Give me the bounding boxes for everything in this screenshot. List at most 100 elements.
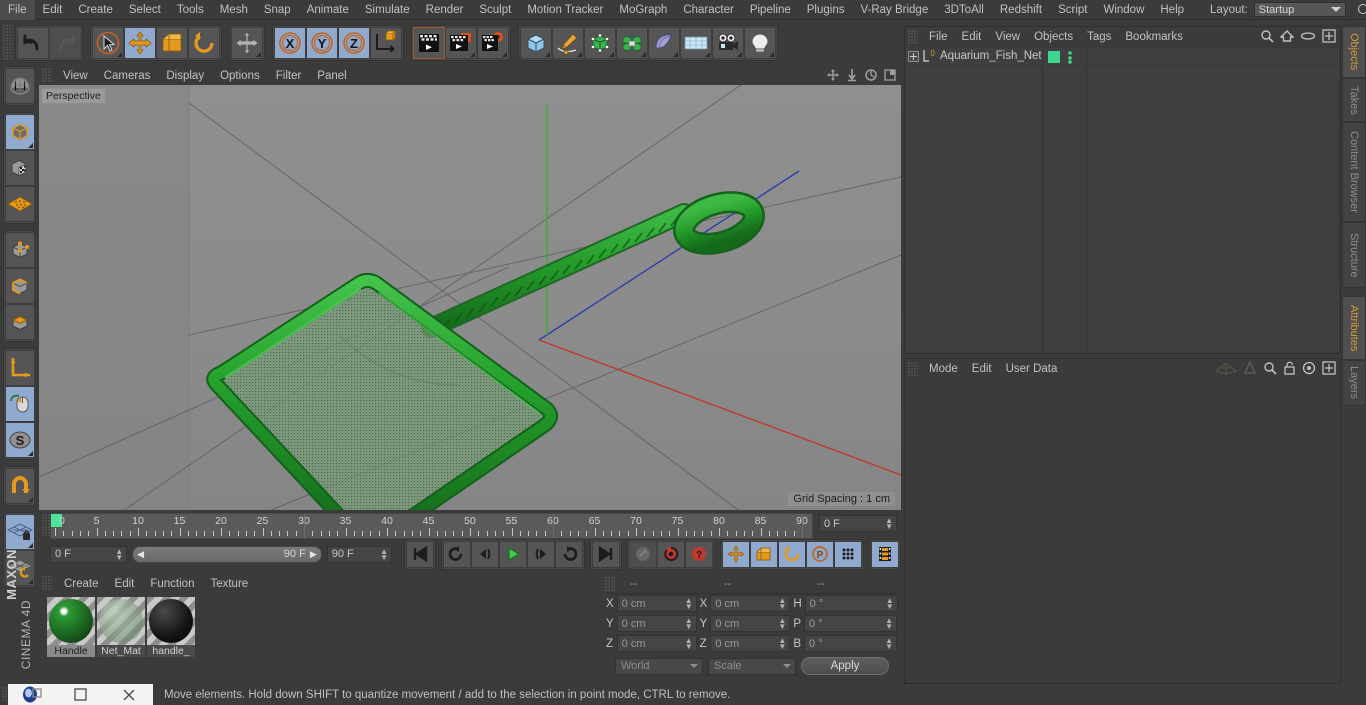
menu-item-help[interactable]: Help (1152, 0, 1192, 20)
target-icon[interactable] (1302, 361, 1316, 378)
add-spline-pen[interactable] (552, 27, 584, 59)
spinner-icon[interactable]: ▲ ▼ (885, 617, 893, 631)
tab-content-browser[interactable]: Content Browser (1342, 122, 1366, 222)
eye-icon[interactable] (1300, 30, 1316, 45)
object-menu-edit[interactable]: Edit (955, 31, 989, 43)
position-input[interactable]: 0 cm ▲ ▼ (616, 595, 697, 612)
position-input[interactable]: 0 cm ▲ ▼ (616, 615, 697, 632)
model-mode-button[interactable] (5, 114, 35, 150)
menu-item-3dtoall[interactable]: 3DToAll (936, 0, 992, 20)
plus-box-icon[interactable] (1322, 29, 1336, 46)
spinner-icon[interactable]: ▲ ▼ (685, 597, 693, 611)
rotation-input[interactable]: 0 ° ▲ ▼ (804, 615, 898, 632)
object-tree[interactable]: 0 Aquarium_Fish_Net (906, 48, 1339, 352)
tab-layers[interactable]: Layers (1342, 360, 1366, 406)
object-menu-view[interactable]: View (988, 31, 1027, 43)
menu-item-create[interactable]: Create (70, 0, 121, 20)
material-item[interactable]: handle_ (147, 597, 195, 657)
menu-item-plugins[interactable]: Plugins (799, 0, 853, 20)
preview-range-slider[interactable]: ◀ 0 F 90 F ▶ (132, 545, 322, 563)
plus-box-icon[interactable] (1322, 361, 1336, 378)
menu-item-render[interactable]: Render (418, 0, 472, 20)
render-view-button[interactable] (413, 27, 445, 59)
enable-axis-button[interactable]: S (5, 422, 35, 458)
pan-view-icon[interactable] (845, 68, 859, 82)
viewport-menu-panel[interactable]: Panel (309, 70, 354, 82)
attribute-menu-user-data[interactable]: User Data (999, 363, 1065, 375)
play-forward-button[interactable] (499, 540, 527, 568)
object-manager-grip[interactable] (908, 29, 918, 45)
spinner-icon[interactable]: ▲ ▼ (778, 617, 786, 631)
menu-item-window[interactable]: Window (1095, 0, 1152, 20)
world-object-coordinates[interactable] (370, 27, 402, 59)
position-input[interactable]: 0 cm ▲ ▼ (616, 635, 697, 652)
render-region-button[interactable] (445, 27, 477, 59)
redo-button[interactable] (49, 27, 81, 59)
step-back-button[interactable] (471, 540, 499, 568)
expand-toggle-icon[interactable] (908, 50, 919, 62)
viewport-menu-options[interactable]: Options (212, 70, 268, 82)
menu-item-snap[interactable]: Snap (256, 0, 299, 20)
rotate-view-icon[interactable] (864, 68, 878, 82)
position-key-button[interactable] (722, 540, 750, 568)
menu-item-mograph[interactable]: MoGraph (611, 0, 675, 20)
free-move-tool[interactable] (231, 27, 263, 59)
pla-key-button[interactable] (834, 540, 862, 568)
scale-key-button[interactable] (750, 540, 778, 568)
add-primitive-cube[interactable] (520, 27, 552, 59)
viewport-solo-button[interactable] (5, 386, 35, 422)
size-input[interactable]: 0 cm ▲ ▼ (710, 615, 791, 632)
menu-item-script[interactable]: Script (1050, 0, 1095, 20)
tab-attributes[interactable]: Attributes (1342, 296, 1366, 360)
visibility-dots-icon[interactable] (1066, 50, 1074, 67)
add-camera[interactable] (712, 27, 744, 59)
toolbar-grip[interactable] (3, 25, 13, 61)
material-preview[interactable] (147, 597, 195, 645)
play-loop-button[interactable] (555, 540, 583, 568)
workplane-grid-button[interactable] (5, 186, 35, 222)
range-right-arrow-icon[interactable]: ▶ (310, 549, 317, 560)
material-menu-edit[interactable]: Edit (107, 578, 143, 590)
spinner-icon[interactable]: ▲ ▼ (778, 637, 786, 651)
lock-x-axis[interactable]: X (274, 27, 306, 59)
menu-item-simulate[interactable]: Simulate (357, 0, 418, 20)
object-row[interactable]: 0 Aquarium_Fish_Net (906, 48, 1339, 65)
step-forward-button[interactable] (527, 540, 555, 568)
menu-item-select[interactable]: Select (121, 0, 169, 20)
material-menu-function[interactable]: Function (142, 578, 202, 590)
timeline-frame-field[interactable]: 0 F ▲ ▼ (819, 515, 897, 532)
timeline-ruler[interactable]: 051015202530354045505560657075808590 (50, 513, 813, 539)
viewport-menu-filter[interactable]: Filter (268, 70, 310, 82)
close-icon[interactable] (105, 684, 153, 705)
size-input[interactable]: 0 cm ▲ ▼ (710, 635, 791, 652)
search-icon[interactable] (1260, 29, 1274, 46)
apply-button[interactable]: Apply (801, 657, 889, 675)
attribute-menu-edit[interactable]: Edit (965, 363, 999, 375)
material-menu-create[interactable]: Create (56, 578, 107, 590)
material-item[interactable]: Net_Mat (97, 597, 145, 657)
spinner-icon[interactable]: ▲ ▼ (885, 517, 893, 531)
current-frame-input[interactable]: 0 F ▲ ▼ (50, 545, 128, 563)
move-view-icon[interactable] (826, 68, 840, 82)
go-to-start-button[interactable] (406, 540, 434, 568)
transform-mode-select[interactable]: Scale (708, 657, 796, 675)
end-frame-input[interactable]: 90 F ▲ ▼ (326, 545, 392, 563)
menu-item-pipeline[interactable]: Pipeline (742, 0, 799, 20)
make-editable-button[interactable] (5, 68, 35, 104)
tab-takes[interactable]: Takes (1342, 78, 1366, 122)
rotation-input[interactable]: 0 ° ▲ ▼ (804, 635, 898, 652)
play-backwards-button[interactable] (443, 540, 471, 568)
viewport-menu-cameras[interactable]: Cameras (96, 70, 159, 82)
axis-mode-button[interactable] (5, 350, 35, 386)
edges-mode-button[interactable] (5, 268, 35, 304)
move-tool[interactable] (124, 27, 156, 59)
param-key-button[interactable]: P (806, 540, 834, 568)
scale-tool[interactable] (156, 27, 188, 59)
coord-system-select[interactable]: World (615, 657, 703, 675)
live-selection-tool[interactable] (92, 27, 124, 59)
add-scene-environment[interactable] (648, 27, 680, 59)
autokeying-button[interactable] (657, 540, 685, 568)
mesh-arrow-icon[interactable] (1214, 361, 1238, 378)
render-settings-button[interactable] (477, 27, 509, 59)
spinner-icon[interactable]: ▲ ▼ (885, 637, 893, 651)
